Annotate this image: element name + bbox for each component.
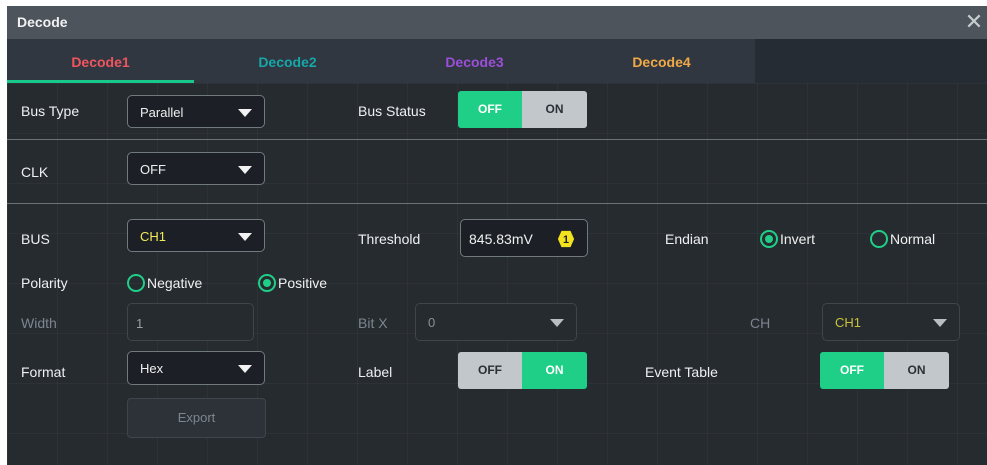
label-on-option[interactable]: ON [522,352,587,389]
tab-decode4-label: Decode4 [632,54,691,70]
width-value: 1 [136,316,144,331]
radio-unselected-icon [127,274,145,292]
endian-normal-radio[interactable]: Normal [870,228,960,250]
chevron-down-icon [238,233,252,241]
bus-status-on-option[interactable]: ON [522,91,587,128]
width-label: Width [21,315,57,331]
channel-1-badge-icon: 1 [557,230,575,248]
event-table-label: Event Table [645,364,718,380]
bit-x-dropdown: 0 [415,303,577,341]
tab-decode1[interactable]: Decode1 [7,39,194,83]
divider [7,139,987,140]
tab-decode1-label: Decode1 [71,54,130,70]
chevron-down-icon [238,365,252,373]
label-toggle[interactable]: OFF ON [458,352,587,389]
bus-type-dropdown[interactable]: Parallel [127,95,265,128]
ch-dropdown: CH1 [822,303,960,341]
tab-decode2[interactable]: Decode2 [194,39,381,83]
export-button: Export [127,398,266,438]
event-table-off-option[interactable]: OFF [820,352,884,389]
radio-unselected-icon [870,230,888,248]
format-dropdown[interactable]: Hex [127,351,265,385]
threshold-label: Threshold [358,231,421,247]
endian-label: Endian [665,231,709,247]
clk-value: OFF [140,162,166,177]
decode-settings-panel: Bus Type Parallel Bus Status OFF ON CLK … [7,83,987,465]
bit-x-value: 0 [428,315,436,330]
tab-decode3-label: Decode3 [445,54,504,70]
format-value: Hex [140,361,164,376]
tab-bar: Decode1 Decode2 Decode3 Decode4 [7,39,987,83]
polarity-negative-label: Negative [147,275,203,291]
ch-label: CH [750,315,771,331]
bit-x-label: Bit X [358,315,388,331]
radio-selected-icon [258,274,276,292]
tab-decode4[interactable]: Decode4 [568,39,755,83]
endian-invert-radio[interactable]: Invert [760,228,840,250]
divider [7,203,987,204]
width-input: 1 [127,303,254,341]
radio-selected-icon [760,230,778,248]
tab-decode2-label: Decode2 [258,54,317,70]
clk-label: CLK [21,164,49,180]
tab-decode3[interactable]: Decode3 [381,39,568,83]
polarity-positive-radio[interactable]: Positive [258,272,348,294]
dialog-titlebar: Decode ✕ [7,6,987,39]
chevron-down-icon [933,319,947,327]
event-table-toggle[interactable]: OFF ON [820,352,949,389]
threshold-value: 845.83mV [469,231,533,247]
polarity-negative-radio[interactable]: Negative [127,272,227,294]
ch-value: CH1 [835,315,862,330]
chevron-down-icon [238,109,252,117]
bus-status-toggle[interactable]: OFF ON [458,91,587,128]
endian-invert-label: Invert [780,231,816,247]
bus-status-label: Bus Status [358,103,426,119]
bus-channel-value: CH1 [140,229,167,244]
bus-type-label: Bus Type [21,103,80,119]
chevron-down-icon [238,166,252,174]
close-icon[interactable]: ✕ [961,8,987,36]
polarity-positive-label: Positive [278,275,328,291]
chevron-down-icon [550,319,564,327]
bus-channel-dropdown[interactable]: CH1 [127,219,265,252]
bus-type-value: Parallel [140,105,184,120]
polarity-label: Polarity [21,275,68,291]
threshold-field[interactable]: 845.83mV 1 [460,219,588,257]
label-toggle-label: Label [358,364,393,380]
bus-label: BUS [21,231,50,247]
event-table-on-option[interactable]: ON [884,352,949,389]
dialog-title: Decode [17,14,68,30]
bus-status-off-option[interactable]: OFF [458,91,522,128]
tabs-area: Decode1 Decode2 Decode3 Decode4 [7,39,755,83]
format-label: Format [21,364,66,380]
channel-1-badge-text: 1 [563,234,569,246]
clk-dropdown[interactable]: OFF [127,152,265,185]
endian-normal-label: Normal [890,231,936,247]
label-off-option[interactable]: OFF [458,352,522,389]
